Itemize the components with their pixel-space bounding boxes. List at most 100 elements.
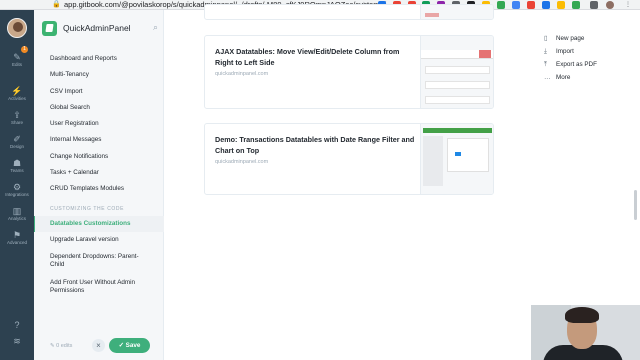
link-card-ajax[interactable]: AJAX Datatables: Move View/Edit/Delete C… [204,35,494,109]
sidebar-footer: ✎ 0 edits × ✓ Save [34,335,164,357]
activity-icon: ⚡ [11,86,23,96]
help-button[interactable]: ? [0,320,34,330]
search-icon[interactable]: ⌕ [153,22,158,33]
nav-item-dropdowns[interactable]: Dependent Dropdowns: Parent-Child [34,248,164,274]
card-thumbnail [420,124,493,194]
icon-rail: 1 ✎ Edits ⚡ Activities ⇪ Share ✐ Design ☗ Teams ⚙ I… [0,10,34,360]
rail-item-design[interactable]: ✐ Design [0,134,34,150]
rail-label: Design [9,144,24,149]
nav-item-2[interactable]: CSV Import [34,84,164,100]
sidebar-nav: Dashboard and Reports Multi-Tenancy CSV … [34,51,164,300]
rail-item-analytics[interactable]: ▥ Analytics [0,206,34,222]
more-icon: … [544,74,551,81]
browser-menu-icon[interactable]: ⋮ [624,1,632,9]
rail-label: Share [10,120,23,125]
extension-icon[interactable] [512,1,520,9]
close-icon: × [96,341,101,350]
help-icon: ? [14,320,20,330]
rail-label: Advanced [6,240,27,245]
card-thumbnail [420,36,493,108]
more-label: More [556,74,571,81]
rail-item-advanced[interactable]: ⚑ Advanced [0,230,34,246]
export-pdf-action[interactable]: ⤒ Export as PDF [544,58,597,71]
thumbnail-row [425,81,490,89]
webcam-person-hair [565,307,599,323]
nav-item-5[interactable]: Internal Messages [34,132,164,148]
link-card-partial[interactable] [204,4,494,20]
scrollbar[interactable] [634,190,637,220]
card-text: Demo: Transactions Datatables with Date … [215,134,415,165]
rail-label: Edits [11,62,22,67]
profile-avatar[interactable] [606,1,614,9]
nav-item-0[interactable]: Dashboard and Reports [34,51,164,67]
advanced-icon: ⚑ [12,230,22,240]
extension-icon[interactable] [557,1,565,9]
nav-item-8[interactable]: CRUD Templates Modules [34,181,164,197]
card-title: AJAX Datatables: Move View/Edit/Delete C… [215,47,400,67]
rail-item-teams[interactable]: ☗ Teams [0,158,34,174]
nav-item-3[interactable]: Global Search [34,100,164,116]
import-icon: ⤓ [544,48,547,55]
card-text: AJAX Datatables: Move View/Edit/Delete C… [215,46,415,77]
rail-label: Activities [8,96,26,101]
link-card-demo[interactable]: Demo: Transactions Datatables with Date … [204,123,494,195]
thumbnail-calendar [447,138,489,172]
webcam-overlay [531,305,640,360]
card-title: Demo: Transactions Datatables with Date … [215,135,415,155]
nav-item-4[interactable]: User Registration [34,116,164,132]
new-page-icon: ▯ [544,35,548,42]
nav-item-7[interactable]: Tasks + Calendar [34,165,164,181]
analytics-icon: ▥ [12,206,22,216]
sidebar: QuickAdminPanel ⌕ Dashboard and Reports … [34,10,164,360]
integrations-icon: ⚙ [12,182,22,192]
import-label: Import [556,48,574,55]
import-action[interactable]: ⤓ Import [544,45,597,58]
thumbnail-header [423,128,492,133]
rail-item-edits[interactable]: ✎ Edits [0,52,34,68]
thumbnail-content [425,13,439,17]
extension-icon[interactable] [542,1,550,9]
extension-icon[interactable] [572,1,580,9]
edits-label: 0 edits [56,343,73,349]
nav-item-upgrade[interactable]: Upgrade Laravel version [34,232,164,248]
nav-item-datatables[interactable]: Datatables Customizations [34,215,164,233]
thumbnail-button [479,50,491,58]
rail-item-activities[interactable]: ⚡ Activities [0,86,34,102]
thumbnail-date [455,152,461,156]
thumbnail-sidebar [423,136,443,186]
section-title: CUSTOMIZING THE CODE [50,205,125,212]
more-action[interactable]: … More [544,71,597,84]
discard-button[interactable]: × [92,339,105,352]
card-thumbnail [420,5,493,19]
app-root: 🔒 app.gitbook.com/@povilaskorop/s/quicka… [0,0,640,360]
extension-icon[interactable] [497,1,505,9]
edit-icon: ✎ [13,52,21,62]
space-title[interactable]: QuickAdminPanel [63,23,131,33]
space-header: QuickAdminPanel ⌕ [42,20,162,36]
user-avatar[interactable] [7,18,27,38]
save-button[interactable]: ✓ Save [109,338,150,353]
extension-icon[interactable] [590,1,598,9]
page-actions-menu: ▯ New page ⤓ Import ⤒ Export as PDF … More [544,32,597,84]
edits-count: ✎ 0 edits [50,343,73,349]
layers-icon: ≋ [13,336,21,346]
rail-label: Integrations [5,192,29,197]
new-page-action[interactable]: ▯ New page [544,32,597,45]
teams-icon: ☗ [12,158,22,168]
lock-icon: 🔒 [52,0,61,8]
nav-item-1[interactable]: Multi-Tenancy [34,67,164,83]
space-logo [42,20,57,36]
stack-button[interactable]: ≋ [0,336,34,346]
export-icon: ⤒ [544,61,547,68]
rail-item-share[interactable]: ⇪ Share [0,110,34,126]
rail-item-integrations[interactable]: ⚙ Integrations [0,182,34,198]
card-host: quickadminpanel.com [215,71,269,77]
new-page-label: New page [556,35,585,42]
rail-label: Analytics [7,216,26,221]
extension-icon[interactable] [527,1,535,9]
check-icon: ✓ [118,342,124,349]
rail-label: Teams [10,168,24,173]
nav-item-6[interactable]: Change Notifications [34,149,164,165]
card-host: quickadminpanel.com [215,159,269,165]
nav-item-front-user[interactable]: Add Front User Without Admin Permissions [34,274,164,300]
